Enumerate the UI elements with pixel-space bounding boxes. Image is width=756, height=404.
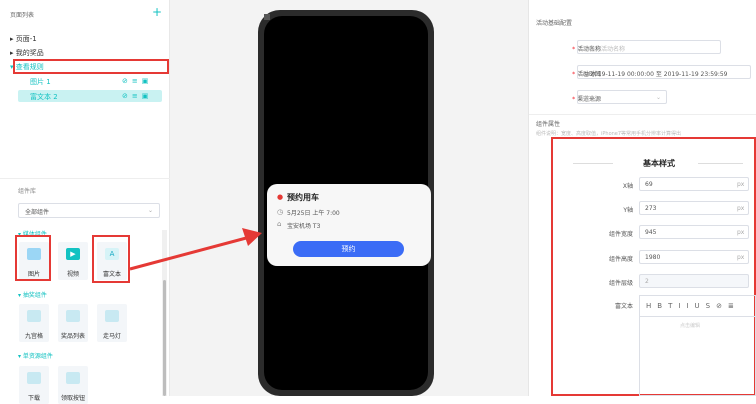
divider bbox=[698, 163, 743, 164]
divider bbox=[573, 163, 613, 164]
z-index-input[interactable]: 2 bbox=[639, 274, 749, 288]
style-label-rich-text: 富文本 bbox=[614, 303, 633, 310]
style-label-width: 组件宽度 bbox=[608, 231, 633, 238]
unit-px: px bbox=[737, 229, 745, 236]
editor-toolbar: HBTIIUS⊘≣ bbox=[639, 295, 756, 317]
unit-px: px bbox=[737, 254, 745, 261]
basic-style-title: 基本样式 bbox=[643, 159, 675, 168]
style-label-x: X轴 bbox=[622, 183, 633, 190]
component-props-title: 组件属性 bbox=[536, 121, 561, 128]
unit-px: px bbox=[737, 181, 745, 188]
style-label-y: Y轴 bbox=[623, 207, 633, 214]
activity-time-range[interactable]: ◷ 2019-11-19 00:00:00 至 2019-11-19 23:59… bbox=[577, 65, 751, 79]
text-size-icon: TI bbox=[668, 302, 687, 310]
right-panel: 活动基础配置 * 活动名称 请输入活动名称 * 活动时间 ◷ 2019-11-1… bbox=[528, 0, 756, 396]
divider bbox=[529, 114, 756, 115]
heading-icon: H bbox=[646, 302, 658, 310]
toolbar-buttons[interactable]: HBTIIUS⊘≣ bbox=[646, 302, 740, 310]
unit-px: px bbox=[737, 205, 745, 212]
align-icon: ≣ bbox=[727, 302, 740, 310]
range-separator: 至 bbox=[655, 71, 662, 78]
activity-name-input[interactable]: 请输入活动名称 bbox=[577, 40, 721, 54]
height-input[interactable]: 1980 bbox=[639, 250, 749, 264]
link-icon: ⊘ bbox=[716, 302, 728, 310]
italic-icon: I bbox=[686, 302, 695, 310]
strike-icon: S bbox=[705, 302, 717, 310]
chevron-down-icon: ⌄ bbox=[655, 94, 661, 101]
rich-text-editor[interactable]: 点击编辑 bbox=[639, 317, 756, 396]
calendar-icon: ◷ bbox=[583, 71, 589, 78]
props-hint: 组件说明：宽度、高度取值，iPhone7等常用手机分辨率计算得出 bbox=[536, 131, 682, 137]
start-time: 2019-11-19 00:00:00 bbox=[590, 71, 654, 78]
x-input[interactable]: 69 bbox=[639, 177, 749, 191]
style-panel-highlight: 基本样式 X轴 69 px Y轴 273 px 组件宽度 945 px 组件高度… bbox=[551, 137, 756, 396]
section-title: 活动基础配置 bbox=[536, 20, 573, 27]
width-input[interactable]: 945 bbox=[639, 225, 749, 239]
channel-select[interactable]: 请选择 ⌄ bbox=[577, 90, 667, 104]
style-label-height: 组件高度 bbox=[608, 256, 633, 263]
underline-icon: U bbox=[694, 302, 706, 310]
end-time: 2019-11-19 23:59:59 bbox=[663, 71, 728, 78]
y-input[interactable]: 273 bbox=[639, 201, 749, 215]
editor-placeholder: 点击编辑 bbox=[680, 323, 701, 329]
style-label-z-index: 组件层级 bbox=[608, 280, 633, 287]
bold-icon: B bbox=[657, 302, 669, 310]
